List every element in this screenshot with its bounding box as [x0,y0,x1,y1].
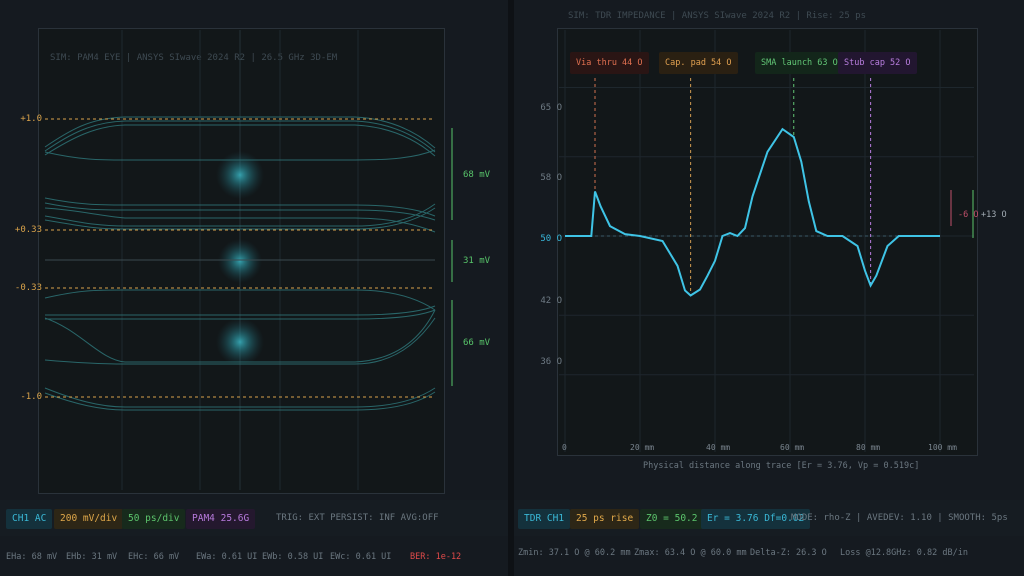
x-tick-4: 60 mm [780,443,805,452]
x-tick-6: 100 mm [928,443,957,452]
x-axis-label: Physical distance along trace [Er = 3.76… [643,461,920,471]
x-tick-3: 40 mm [706,443,731,452]
tolerance-low: -6 O [958,210,979,220]
y-tick-2: 58 O [540,173,562,183]
y-tick-1: 65 O [540,103,562,113]
stat-zmax: Zmax: 63.4 O @ 60.0 mm [634,548,747,558]
x-tick-2: 20 mm [630,443,655,452]
tdr-series-line [565,127,940,297]
tdr-mode-status: MODE: rho-Z | AVEDEV: 1.10 | SMOOTH: 5ps [791,513,1008,523]
tdr-channel-chip[interactable]: TDR CH1 [518,509,571,529]
annotation-stub: Stub cap 52 O [838,52,917,74]
stat-loss: Loss @12.8GHz: 0.82 dB/in [840,548,968,558]
tdr-chart [559,30,974,452]
stat-delta-z: Delta-Z: 26.3 O [750,548,827,558]
y-tick-3: 50 O [540,234,562,244]
annotation-cap-pad: Cap. pad 54 O [659,52,738,74]
x-tick-1: 0 [562,443,567,452]
y-tick-5: 36 O [540,357,562,367]
annotation-via: Via thru 44 O [570,52,649,74]
stat-zmin: Zmin: 37.1 O @ 60.2 mm [518,548,631,558]
rise-time-chip[interactable]: 25 ps rise [570,509,640,529]
annotation-sma: SMA launch 63 O [755,52,844,74]
x-tick-5: 80 mm [856,443,881,452]
tolerance-high: +13 O [981,210,1007,220]
y-tick-4: 42 O [540,296,562,306]
